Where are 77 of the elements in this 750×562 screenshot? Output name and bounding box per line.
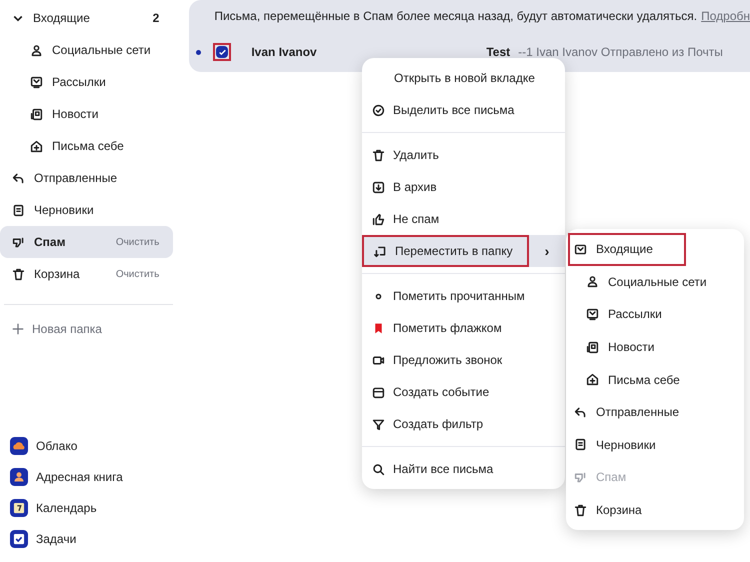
menu-item[interactable]: Пометить флажком xyxy=(362,312,565,344)
video-camera-icon xyxy=(372,354,385,366)
trash-icon xyxy=(12,268,25,280)
document-icon xyxy=(12,204,25,216)
folder-item[interactable]: Отправленные xyxy=(0,162,174,194)
calendar-app-icon xyxy=(10,498,28,516)
folder-option: Спам xyxy=(568,461,742,494)
snippet-text: --1 Ivan Ivanov Отправлено из Почты xyxy=(518,44,723,61)
check-circle-icon xyxy=(372,104,385,116)
menu-item[interactable]: Создать фильтр xyxy=(362,408,565,440)
trash-icon xyxy=(574,504,587,517)
thumbs-down-icon xyxy=(12,236,25,248)
folder-option[interactable]: Входящие xyxy=(568,233,686,266)
menu-item[interactable]: Переместить в папку xyxy=(362,235,529,267)
plus-icon xyxy=(12,323,24,335)
reply-arrow-icon xyxy=(574,406,587,419)
menu-item[interactable]: Создать событие xyxy=(362,376,565,408)
archive-icon xyxy=(372,180,385,194)
folder-option[interactable]: Письма себе xyxy=(568,363,742,396)
thumbs-up-icon xyxy=(372,212,385,226)
funnel-icon xyxy=(372,418,385,430)
people-icon xyxy=(30,44,43,56)
folder-option[interactable]: Отправленные xyxy=(568,396,742,429)
app-link[interactable]: Адресная книга xyxy=(0,461,182,492)
menu-item[interactable]: В архив xyxy=(362,171,565,203)
folder-option[interactable]: Рассылки xyxy=(568,298,742,331)
check-icon xyxy=(218,48,227,56)
trash-icon xyxy=(372,148,385,162)
menu-item[interactable]: Не спам xyxy=(362,203,565,235)
checkbox[interactable] xyxy=(213,43,232,61)
calendar-icon xyxy=(372,386,385,398)
folder-option[interactable]: Черновики xyxy=(568,428,742,462)
app-link[interactable]: Календарь xyxy=(0,492,182,523)
newspaper-icon xyxy=(586,340,599,354)
people-icon xyxy=(586,275,599,288)
contacts-app-icon xyxy=(10,468,28,486)
folder-option[interactable]: Социальные сети xyxy=(568,266,742,298)
folder-item[interactable]: Корзина Очистить xyxy=(0,258,174,290)
folder-item[interactable]: Рассылки xyxy=(0,66,174,98)
newspaper-icon xyxy=(30,108,43,120)
app-link[interactable]: Задачи xyxy=(0,523,182,554)
notice-text: Письма, перемещённые в Спам более месяца назад, будут автоматически удаляться. xyxy=(214,8,698,25)
folder-item[interactable]: Входящие 2 xyxy=(0,2,174,34)
new-folder-button[interactable]: Новая папка xyxy=(0,319,182,339)
sender-name: Ivan Ivanov xyxy=(251,44,318,61)
menu-item[interactable]: Выделить все письма xyxy=(362,94,565,126)
folder-item[interactable]: Новости xyxy=(0,98,174,130)
search-icon xyxy=(372,462,385,476)
menu-item[interactable]: Открыть в новой вкладке xyxy=(362,62,565,94)
folder-item[interactable]: Черновики xyxy=(0,194,174,226)
clear-link[interactable]: Очистить xyxy=(116,234,160,250)
house-icon xyxy=(30,140,43,152)
details-link[interactable]: Подробн xyxy=(701,7,750,25)
house-icon xyxy=(586,373,599,386)
clear-link[interactable]: Очистить xyxy=(116,266,160,282)
menu-item[interactable]: Удалить xyxy=(362,139,565,171)
folder-item[interactable]: Письма себе xyxy=(0,130,174,162)
thumbs-down-icon xyxy=(574,470,587,484)
menu-item[interactable]: Пометить прочитанным xyxy=(362,280,565,312)
mail-screen-icon xyxy=(586,308,599,321)
folder-item[interactable]: Социальные сети xyxy=(0,34,174,66)
tasks-app-icon xyxy=(10,530,28,548)
reply-arrow-icon xyxy=(12,172,25,184)
submenu-arrow: › xyxy=(544,242,550,260)
folder-option[interactable]: Новости xyxy=(568,330,742,364)
mail-screen-icon xyxy=(30,76,43,88)
app-link[interactable]: Облако xyxy=(0,430,182,461)
folder-option[interactable]: Корзина xyxy=(568,494,742,526)
menu-item[interactable]: Найти все письма xyxy=(362,453,565,485)
document-icon xyxy=(574,438,587,452)
folder-item[interactable]: Спам Очистить xyxy=(0,226,174,258)
folder-arrow-icon xyxy=(374,244,387,258)
subject-text: Test xyxy=(486,44,510,61)
cloud-app-icon xyxy=(10,436,28,454)
envelope-icon xyxy=(574,242,587,256)
menu-item[interactable]: Предложить звонок xyxy=(362,344,565,376)
unread-count: 2 xyxy=(152,10,160,27)
